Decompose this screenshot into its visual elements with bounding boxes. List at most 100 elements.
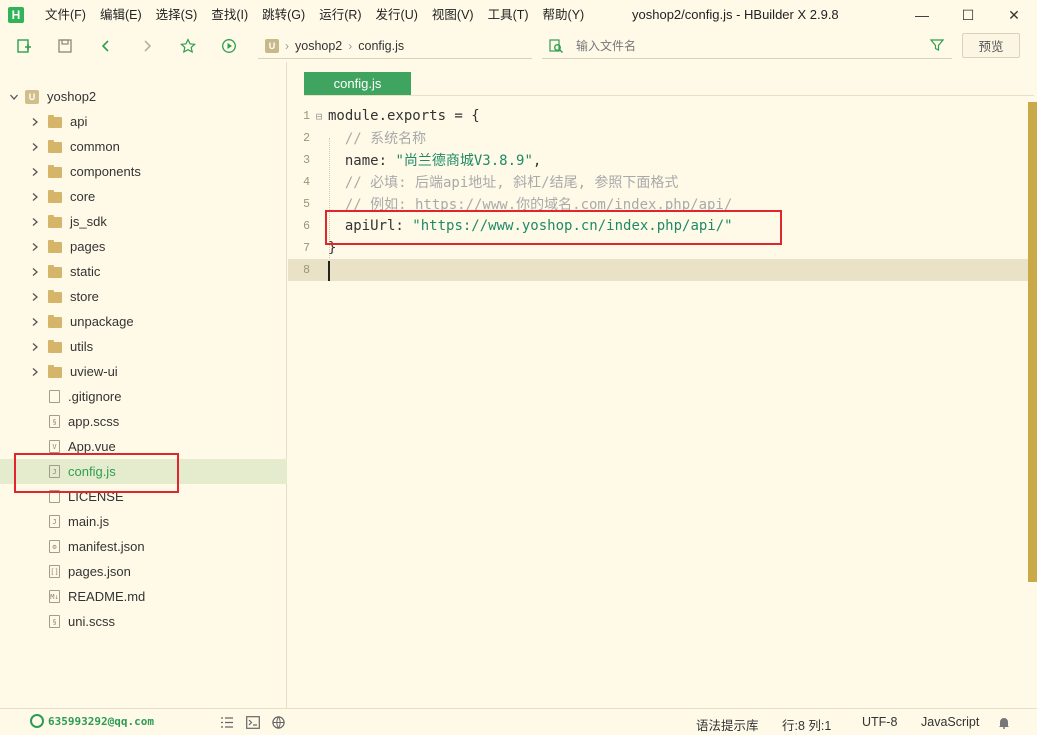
maximize-button[interactable]: ☐	[945, 0, 991, 30]
code-line[interactable]: 3 name: "尚兰德商城V3.8.9",	[288, 149, 1028, 171]
file-icon: []	[49, 565, 60, 578]
tree-folder[interactable]: unpackage	[0, 309, 287, 334]
line-number: 5	[303, 197, 310, 211]
tree-folder[interactable]: utils	[0, 334, 287, 359]
chevron-right-icon[interactable]	[30, 142, 40, 152]
file-search-input[interactable]	[576, 38, 906, 53]
fold-marker-icon[interactable]: ⊟	[310, 110, 328, 123]
chevron-right-icon[interactable]	[30, 217, 40, 227]
code-token: module.exports = {	[328, 108, 480, 124]
menu-item[interactable]: 选择(S)	[149, 0, 205, 30]
chevron-right-icon[interactable]	[30, 367, 40, 377]
highlight-box-apiurl	[325, 210, 782, 245]
file-search-icon	[548, 38, 564, 54]
code-text: module.exports = {	[328, 108, 480, 124]
language-mode[interactable]: JavaScript	[921, 715, 979, 729]
breadcrumb-project[interactable]: yoshop2	[295, 39, 342, 53]
close-button[interactable]: ✕	[991, 0, 1037, 30]
tree-folder[interactable]: pages	[0, 234, 287, 259]
preview-button[interactable]: 预览	[962, 33, 1020, 58]
tree-file[interactable]: [] pages.json	[0, 559, 287, 584]
star-icon[interactable]	[178, 36, 198, 56]
tree-folder[interactable]: uview-ui	[0, 359, 287, 384]
syntax-hint-library[interactable]: 语法提示库	[696, 715, 759, 734]
code-line[interactable]: 4 // 必填: 后端api地址, 斜杠/结尾, 参照下面格式	[288, 171, 1028, 193]
chevron-right-icon[interactable]	[30, 242, 40, 252]
filter-icon[interactable]	[930, 38, 944, 52]
save-icon[interactable]	[55, 36, 75, 56]
code-token: "尚兰德商城V3.8.9"	[395, 153, 533, 169]
account-email: 635993292@qq.com	[48, 714, 154, 728]
chevron-right-icon[interactable]	[30, 192, 40, 202]
chevron-right-icon[interactable]	[30, 267, 40, 277]
tree-file[interactable]: § app.scss	[0, 409, 287, 434]
menu-item[interactable]: 编辑(E)	[93, 0, 149, 30]
tree-folder[interactable]: api	[0, 109, 287, 134]
file-icon: §	[49, 415, 60, 428]
menu-item[interactable]: 帮助(Y)	[536, 0, 592, 30]
menu-item[interactable]: 查找(I)	[204, 0, 255, 30]
tree-folder[interactable]: js_sdk	[0, 209, 287, 234]
run-icon[interactable]	[219, 36, 239, 56]
chevron-right-icon[interactable]	[30, 317, 40, 327]
tab-config-js[interactable]: config.js	[304, 72, 411, 95]
tree-file[interactable]: Jmain.js	[0, 509, 287, 534]
list-icon[interactable]	[220, 716, 234, 729]
cursor-position[interactable]: 行:8 列:1	[782, 715, 831, 734]
tree-label: static	[70, 264, 101, 279]
file-icon	[49, 390, 60, 403]
code-token: // 系统名称	[328, 131, 427, 147]
minimize-button[interactable]: —	[899, 0, 945, 30]
terminal-icon[interactable]	[246, 716, 260, 729]
code-line[interactable]: 1 ⊟ module.exports = {	[288, 105, 1028, 127]
tree-label: store	[70, 289, 99, 304]
vertical-scrollbar[interactable]	[1028, 102, 1037, 582]
folder-icon	[48, 215, 62, 228]
file-icon: J	[49, 515, 60, 528]
back-icon[interactable]	[96, 36, 116, 56]
tree-folder[interactable]: common	[0, 134, 287, 159]
line-number: 4	[303, 175, 310, 189]
code-editor[interactable]: config.js 1 ⊟ module.exports = {2 // 系统名称 3…	[288, 62, 1037, 708]
tree-folder[interactable]: store	[0, 284, 287, 309]
chevron-right-icon[interactable]	[30, 167, 40, 177]
menu-item[interactable]: 跳转(G)	[255, 0, 312, 30]
account[interactable]: 635993292@qq.com	[30, 714, 154, 728]
tree-file[interactable]: .gitignore	[0, 384, 287, 409]
tree-folder[interactable]: static	[0, 259, 287, 284]
encoding[interactable]: UTF-8	[862, 715, 897, 729]
window-controls: — ☐ ✕	[899, 0, 1037, 30]
tree-label: .gitignore	[68, 389, 122, 404]
menu-item[interactable]: 运行(R)	[312, 0, 368, 30]
folder-icon	[48, 340, 62, 353]
new-file-icon[interactable]	[14, 36, 34, 56]
forward-icon[interactable]	[137, 36, 157, 56]
chevron-right-icon[interactable]	[30, 117, 40, 127]
code-line[interactable]: 2 // 系统名称	[288, 127, 1028, 149]
menu-item[interactable]: 工具(T)	[481, 0, 536, 30]
tree-file[interactable]: ⚙ manifest.json	[0, 534, 287, 559]
menu-item[interactable]: 发行(U)	[369, 0, 425, 30]
tree-file[interactable]: § uni.scss	[0, 609, 287, 634]
menu-item[interactable]: 文件(F)	[38, 0, 93, 30]
toolbar: U › yoshop2 › config.js 预览	[0, 30, 1037, 62]
tree-folder[interactable]: components	[0, 159, 287, 184]
notification-bell-icon[interactable]	[997, 716, 1011, 729]
chevron-right-icon[interactable]	[30, 342, 40, 352]
breadcrumb-file[interactable]: config.js	[358, 39, 404, 53]
tree-file[interactable]: M↓ README.md	[0, 584, 287, 609]
code-line[interactable]: 8	[288, 259, 1028, 281]
chevron-right-icon[interactable]	[30, 292, 40, 302]
hbuilder-logo-icon: H	[8, 7, 24, 23]
tree-folder[interactable]: core	[0, 184, 287, 209]
globe-icon[interactable]	[272, 716, 286, 729]
menu-item[interactable]: 视图(V)	[425, 0, 481, 30]
folder-icon	[48, 315, 62, 328]
breadcrumb: U › yoshop2 › config.js	[258, 33, 532, 59]
tree-label: uni.scss	[68, 614, 115, 629]
folder-icon	[48, 115, 62, 128]
chevron-down-icon[interactable]	[9, 92, 19, 102]
tree-project-yoshop2[interactable]: Uyoshop2	[0, 84, 287, 109]
breadcrumb-separator: ›	[285, 38, 289, 53]
highlight-box-config-file	[14, 453, 179, 493]
